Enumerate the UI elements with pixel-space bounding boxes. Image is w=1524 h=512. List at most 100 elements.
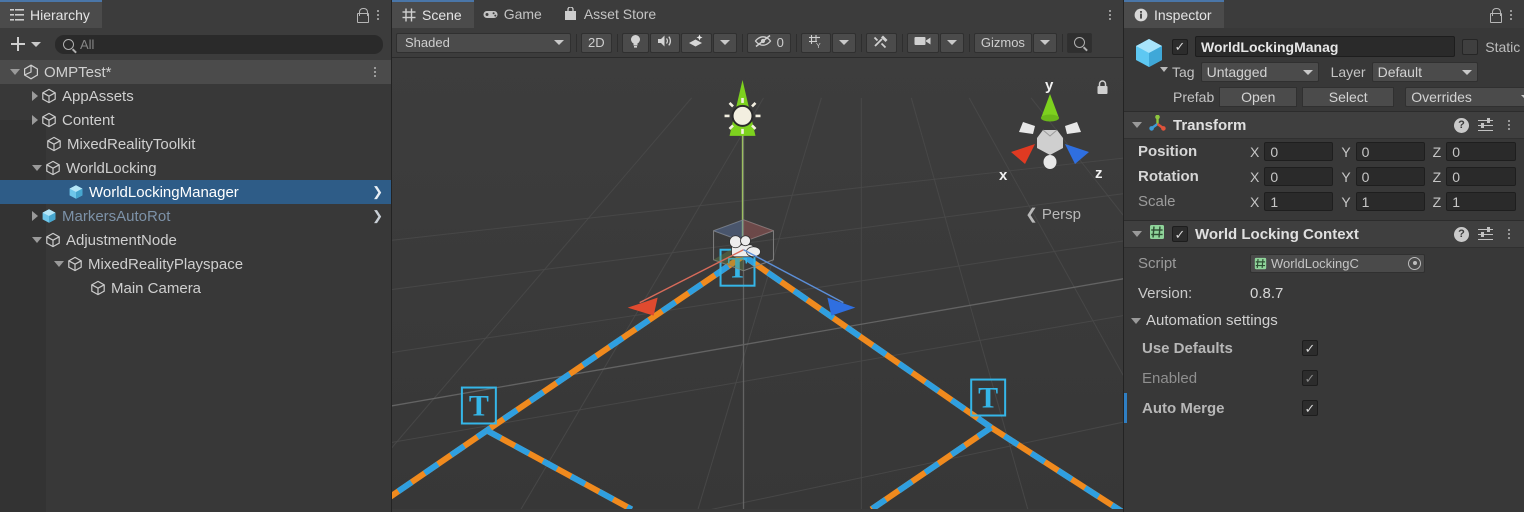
prefab-cube-icon[interactable] [1132, 36, 1166, 70]
search-icon [1074, 37, 1085, 48]
hierarchy-item-content[interactable]: Content [0, 108, 391, 132]
transform-component-header[interactable]: Transform ? [1124, 111, 1524, 139]
search-input[interactable]: All [55, 35, 383, 54]
axis-label-y: Y [1341, 194, 1350, 210]
axis-label-y: Y [1341, 169, 1350, 185]
scene-lighting-button[interactable] [622, 33, 649, 53]
transform-scale-x-input[interactable]: 1 [1264, 192, 1333, 211]
transform-rotation-x-input[interactable]: 0 [1264, 167, 1333, 186]
hierarchy-item-appassets[interactable]: AppAssets [0, 84, 391, 108]
chevron-down-icon[interactable] [54, 261, 64, 267]
help-icon[interactable]: ? [1454, 118, 1469, 133]
hierarchy-item-adjustmentnode[interactable]: AdjustmentNode [0, 228, 391, 252]
wlc-foldout-icon[interactable] [1132, 231, 1142, 237]
prefab-select-button[interactable]: Select [1302, 87, 1394, 107]
scene-search-button[interactable] [1067, 33, 1092, 53]
scene-camera-dropdown[interactable] [940, 33, 964, 53]
transform-foldout-icon[interactable] [1132, 122, 1142, 128]
kebab-menu-icon[interactable] [1502, 116, 1516, 134]
hidden-objects-button[interactable]: 0 [747, 33, 791, 53]
wlc-enabled-checkbox[interactable] [1172, 226, 1188, 242]
scene-marker-label: T [978, 382, 998, 415]
static-checkbox[interactable] [1462, 39, 1478, 55]
tab-asset-store[interactable]: Asset Store [554, 0, 668, 28]
prefab-overrides-dropdown[interactable]: Overrides [1405, 87, 1524, 107]
gameobject-name-field[interactable]: WorldLockingManag [1195, 36, 1455, 57]
open-prefab-arrow-icon[interactable]: ❯ [372, 208, 383, 224]
lock-icon[interactable] [355, 7, 369, 23]
hierarchy-item-label: OMPTest* [44, 64, 112, 81]
divider [861, 34, 862, 52]
setting-checkbox[interactable] [1302, 340, 1318, 356]
transform-position-y-input[interactable]: 0 [1356, 142, 1425, 161]
chevron-down-icon[interactable] [32, 237, 42, 243]
tab-hierarchy-label: Hierarchy [30, 7, 90, 23]
scene-fx-dropdown[interactable] [713, 33, 737, 53]
object-picker-icon[interactable] [1408, 257, 1421, 270]
chevron-right-icon[interactable] [32, 91, 38, 101]
transform-rotation-y-input[interactable]: 0 [1356, 167, 1425, 186]
kebab-menu-icon[interactable] [1504, 6, 1518, 24]
setting-row-use-defaults[interactable]: Use Defaults [1124, 333, 1524, 363]
prefab-open-button[interactable]: Open [1219, 87, 1297, 107]
chevron-right-icon[interactable] [32, 211, 38, 221]
scene-projection-label: Persp [1042, 206, 1081, 223]
grid-dropdown[interactable] [832, 33, 856, 53]
chevron-down-icon[interactable] [32, 165, 42, 171]
world-locking-context-header[interactable]: World Locking Context ? [1124, 220, 1524, 248]
hierarchy-item-omptest[interactable]: OMPTest* [0, 60, 391, 84]
gameobject-enabled-checkbox[interactable] [1172, 39, 1188, 55]
transform-rotation-z-input[interactable]: 0 [1446, 167, 1516, 186]
open-prefab-arrow-icon[interactable]: ❯ [372, 184, 383, 200]
transform-scale-y-input[interactable]: 1 [1356, 192, 1425, 211]
chevron-down-icon[interactable] [10, 69, 20, 75]
scene-viewport[interactable]: T T T [392, 58, 1123, 512]
automation-settings-foldout[interactable]: Automation settings [1124, 308, 1524, 333]
hierarchy-item-mixedrealityplayspace[interactable]: MixedRealityPlayspace [0, 252, 391, 276]
scene-fx-button[interactable] [681, 33, 712, 53]
tab-inspector[interactable]: Inspector [1124, 0, 1224, 28]
hierarchy-item-worldlocking[interactable]: WorldLocking [0, 156, 391, 180]
hierarchy-item-worldlockingmanager[interactable]: WorldLockingManager❯ [0, 180, 391, 204]
transform-position-z-input[interactable]: 0 [1446, 142, 1516, 161]
lock-icon[interactable] [1488, 7, 1502, 23]
kebab-menu-icon[interactable] [1103, 6, 1117, 24]
hierarchy-item-mixedrealitytoolkit[interactable]: MixedRealityToolkit [0, 132, 391, 156]
chevron-right-icon[interactable] [32, 115, 38, 125]
grid-axis-button[interactable]: Y [801, 33, 831, 53]
tab-scene[interactable]: Scene [392, 0, 474, 28]
help-icon[interactable]: ? [1454, 227, 1469, 242]
draw-mode-dropdown[interactable]: Shaded [396, 33, 571, 53]
chevron-down-icon [1303, 70, 1313, 75]
setting-checkbox[interactable] [1302, 400, 1318, 416]
foldout-spacer [76, 288, 87, 289]
create-object-button[interactable] [6, 36, 45, 52]
scene-projection-indicator[interactable]: ❮ Persp [1025, 205, 1081, 223]
axis-label-x: X [1250, 144, 1259, 160]
hierarchy-item-markersautorot[interactable]: MarkersAutoRot❯ [0, 204, 391, 228]
preset-sliders-icon[interactable] [1478, 119, 1493, 132]
transform-position-x-input[interactable]: 0 [1264, 142, 1333, 161]
scene-tools-button[interactable] [866, 33, 897, 53]
scene-lock-icon[interactable] [1096, 80, 1109, 100]
tab-hierarchy[interactable]: Hierarchy [0, 0, 102, 28]
preset-sliders-icon[interactable] [1478, 228, 1493, 241]
setting-row-enabled[interactable]: Enabled [1124, 363, 1524, 393]
scene-audio-button[interactable] [650, 33, 680, 53]
gizmos-dropdown[interactable] [1033, 33, 1057, 53]
tab-game[interactable]: Game [474, 0, 554, 28]
setting-row-auto-merge[interactable]: Auto Merge [1124, 393, 1524, 423]
kebab-menu-icon[interactable] [371, 6, 385, 24]
layer-dropdown[interactable]: Default [1372, 62, 1478, 82]
toggle-2d-button[interactable]: 2D [581, 33, 612, 53]
kebab-menu-icon[interactable] [368, 63, 382, 81]
setting-checkbox[interactable] [1302, 370, 1318, 386]
script-object-field[interactable]: WorldLockingC [1250, 254, 1425, 273]
kebab-menu-icon[interactable] [1502, 225, 1516, 243]
hierarchy-item-main-camera[interactable]: Main Camera [0, 276, 391, 300]
scene-camera-button[interactable] [907, 33, 939, 53]
transform-scale-z-input[interactable]: 1 [1446, 192, 1516, 211]
gizmos-button[interactable]: Gizmos [974, 33, 1032, 53]
divider [796, 34, 797, 52]
tag-dropdown[interactable]: Untagged [1201, 62, 1319, 82]
